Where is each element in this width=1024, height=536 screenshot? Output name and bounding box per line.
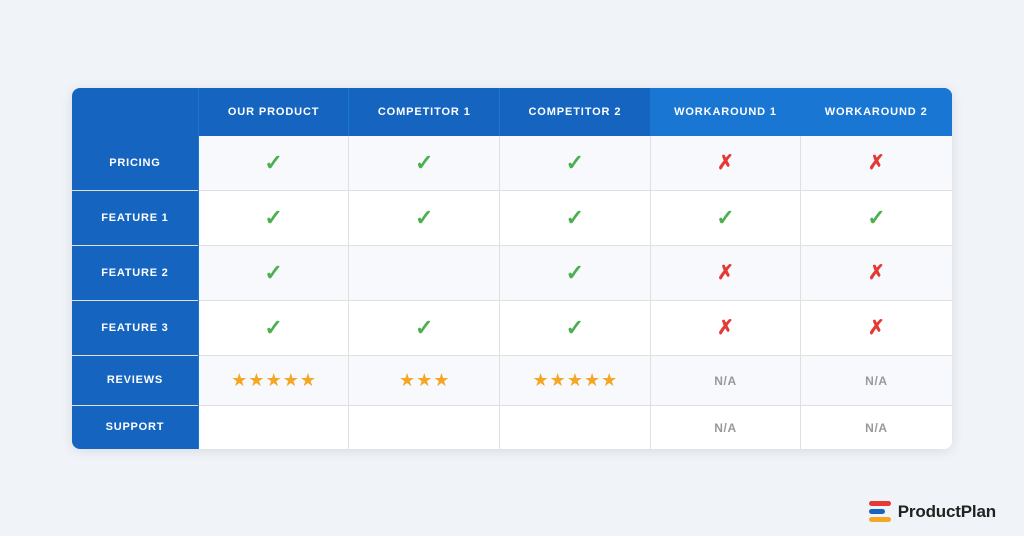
table-cell-workaround1: ✗: [650, 136, 801, 191]
table-row: FEATURE 1 ✓ ✓ ✓ ✓ ✓: [72, 190, 952, 245]
check-icon: ✓: [867, 205, 885, 230]
stars-5: ★ ★ ★ ★ ★: [231, 370, 316, 391]
table-cell-workaround2: ✗: [801, 300, 952, 355]
star-icon: ★: [584, 370, 600, 391]
cross-icon: ✗: [717, 152, 734, 174]
table-cell-workaround1: N/A: [650, 405, 801, 449]
cross-icon: ✗: [717, 317, 734, 339]
check-icon: ✓: [264, 150, 282, 175]
cross-icon: ✗: [868, 152, 885, 174]
table-row: SUPPORT N/A N/A: [72, 405, 952, 449]
table-cell-our_product: ✓: [198, 136, 349, 191]
col-header-our-product: OUR PRODUCT: [198, 88, 349, 136]
row-label: SUPPORT: [72, 405, 198, 449]
col-header-workaround1: WORKAROUND 1: [650, 88, 801, 136]
comparison-table: OUR PRODUCT COMPETITOR 1 COMPETITOR 2 WO…: [72, 88, 952, 449]
logo-text: ProductPlan: [898, 502, 996, 522]
table-row: FEATURE 2 ✓ ✓ ✗ ✗: [72, 245, 952, 300]
table-cell-competitor1: [349, 405, 500, 449]
table-cell-competitor1: ★ ★ ★: [349, 355, 500, 405]
star-icon: ★: [248, 370, 264, 391]
table-cell-competitor2: [500, 405, 651, 449]
row-label: FEATURE 3: [72, 300, 198, 355]
cross-icon: ✗: [868, 317, 885, 339]
na-label: N/A: [714, 421, 736, 435]
table-cell-workaround1: ✗: [650, 300, 801, 355]
table-cell-competitor1: ✓: [349, 136, 500, 191]
row-label: REVIEWS: [72, 355, 198, 405]
page-wrapper: OUR PRODUCT COMPETITOR 1 COMPETITOR 2 WO…: [0, 0, 1024, 536]
star-icon: ★: [533, 370, 549, 391]
table-cell-our_product: [198, 405, 349, 449]
check-icon: ✓: [566, 260, 584, 285]
table-row: FEATURE 3 ✓ ✓ ✓ ✗ ✗: [72, 300, 952, 355]
table-cell-workaround2: N/A: [801, 355, 952, 405]
star-icon: ★: [550, 370, 566, 391]
col-header-competitor2: COMPETITOR 2: [500, 88, 651, 136]
check-icon: ✓: [415, 315, 433, 340]
table-cell-our_product: ✓: [198, 190, 349, 245]
na-label: N/A: [865, 374, 887, 388]
check-icon: ✓: [264, 205, 282, 230]
table-cell-workaround1: ✗: [650, 245, 801, 300]
check-icon: ✓: [566, 205, 584, 230]
logo-bar-yellow: [869, 517, 891, 522]
star-icon: ★: [283, 370, 299, 391]
row-label: FEATURE 1: [72, 190, 198, 245]
table-cell-workaround2: ✓: [801, 190, 952, 245]
star-icon: ★: [266, 370, 282, 391]
cross-icon: ✗: [717, 262, 734, 284]
logo-bar-red: [869, 501, 891, 506]
table-cell-workaround1: N/A: [650, 355, 801, 405]
logo-icon: [869, 501, 891, 522]
check-icon: ✓: [264, 260, 282, 285]
table-row: REVIEWS ★ ★ ★ ★ ★ ★ ★ ★ ★ ★ ★ ★ ★ N/A N/A: [72, 355, 952, 405]
check-icon: ✓: [264, 315, 282, 340]
table-cell-competitor1: ✓: [349, 190, 500, 245]
col-header-empty: [72, 88, 198, 136]
star-icon: ★: [231, 370, 247, 391]
check-icon: ✓: [716, 205, 734, 230]
star-icon: ★: [601, 370, 617, 391]
logo-area: ProductPlan: [869, 501, 996, 522]
table-cell-workaround2: ✗: [801, 245, 952, 300]
star-icon: ★: [433, 370, 449, 391]
table-cell-workaround2: N/A: [801, 405, 952, 449]
table-cell-competitor1: [349, 245, 500, 300]
table-cell-our_product: ✓: [198, 245, 349, 300]
logo-bar-blue: [869, 509, 885, 514]
table-cell-competitor2: ★ ★ ★ ★ ★: [500, 355, 651, 405]
table-row: PRICING ✓ ✓ ✓ ✗ ✗: [72, 136, 952, 191]
table-cell-our_product: ★ ★ ★ ★ ★: [198, 355, 349, 405]
check-icon: ✓: [415, 205, 433, 230]
check-icon: ✓: [415, 150, 433, 175]
stars-5: ★ ★ ★ ★ ★: [533, 370, 618, 391]
na-label: N/A: [714, 374, 736, 388]
check-icon: ✓: [566, 150, 584, 175]
table-cell-workaround1: ✓: [650, 190, 801, 245]
na-label: N/A: [865, 421, 887, 435]
star-icon: ★: [300, 370, 316, 391]
check-icon: ✓: [566, 315, 584, 340]
table-cell-competitor2: ✓: [500, 190, 651, 245]
comparison-table-container: OUR PRODUCT COMPETITOR 1 COMPETITOR 2 WO…: [72, 88, 952, 449]
table-cell-our_product: ✓: [198, 300, 349, 355]
col-header-workaround2: WORKAROUND 2: [801, 88, 952, 136]
row-label: PRICING: [72, 136, 198, 191]
table-cell-competitor2: ✓: [500, 300, 651, 355]
row-label: FEATURE 2: [72, 245, 198, 300]
table-cell-competitor2: ✓: [500, 245, 651, 300]
col-header-competitor1: COMPETITOR 1: [349, 88, 500, 136]
cross-icon: ✗: [868, 262, 885, 284]
star-icon: ★: [416, 370, 432, 391]
stars-3: ★ ★ ★: [399, 370, 449, 391]
star-icon: ★: [399, 370, 415, 391]
star-icon: ★: [567, 370, 583, 391]
table-cell-competitor2: ✓: [500, 136, 651, 191]
table-cell-competitor1: ✓: [349, 300, 500, 355]
table-cell-workaround2: ✗: [801, 136, 952, 191]
